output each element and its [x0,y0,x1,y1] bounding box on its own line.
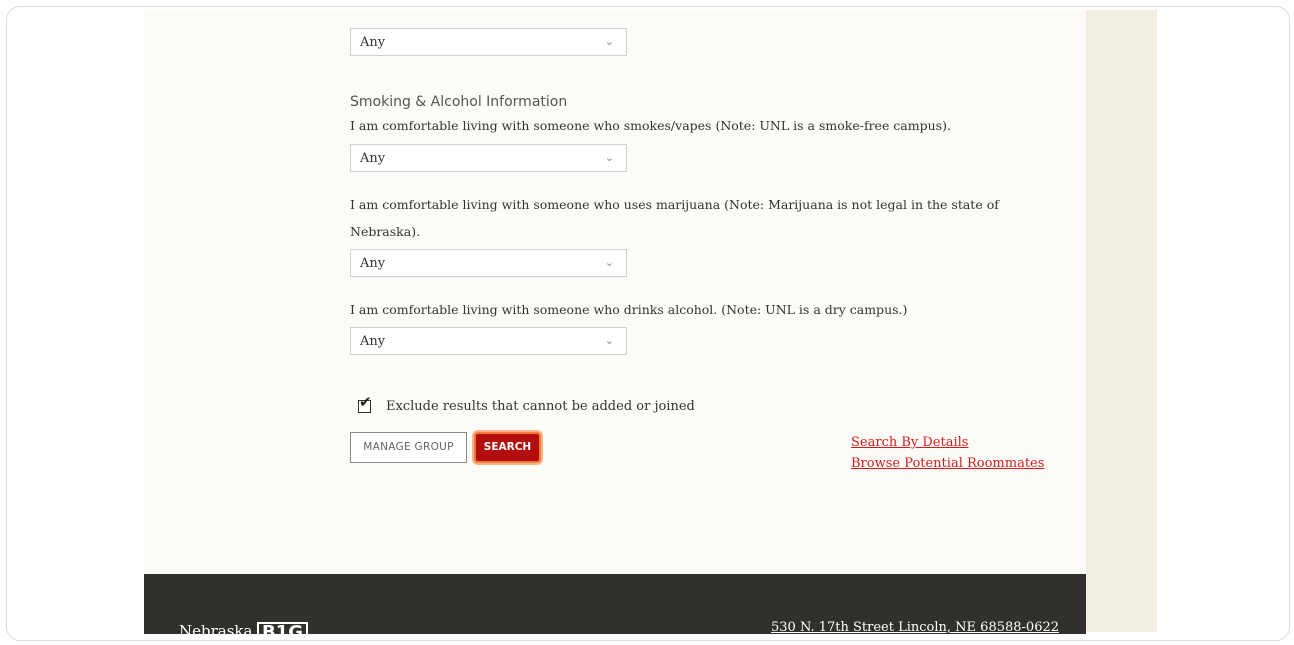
checkmark-icon: ✔ [359,393,372,411]
truncated-question-text [350,10,870,18]
nebraska-logo[interactable]: Nebraska [179,622,252,640]
question-smoke: I am comfortable living with someone who… [350,118,951,133]
question-alcohol: I am comfortable living with someone who… [350,302,908,317]
main-content [144,10,1086,574]
chevron-down-icon: ⌄ [604,35,614,48]
chevron-down-icon: ⌄ [604,256,614,269]
preference-select-above[interactable]: Any ⌄ [350,28,627,56]
manage-group-button[interactable]: MANAGE GROUP [350,432,467,463]
select-value: Any [360,334,386,349]
select-value: Any [360,35,386,50]
exclude-results-label: Exclude results that cannot be added or … [386,399,695,414]
chevron-down-icon: ⌄ [604,151,614,164]
marijuana-preference-select[interactable]: Any ⌄ [350,249,627,277]
search-by-details-link[interactable]: Search By Details [851,435,968,450]
chevron-down-icon: ⌄ [604,334,614,347]
exclude-results-checkbox[interactable]: ✔ [358,395,372,413]
big-ten-logo-icon: B1G [257,622,335,636]
question-marijuana-line1: I am comfortable living with someone who… [350,197,999,212]
section-heading-smoking-alcohol: Smoking & Alcohol Information [350,94,568,110]
smoke-preference-select[interactable]: Any ⌄ [350,144,627,172]
alcohol-preference-select[interactable]: Any ⌄ [350,327,627,355]
footer-address-link[interactable]: 530 N. 17th Street Lincoln, NE 68588-062… [771,620,1059,635]
exclude-results-option[interactable]: ✔ Exclude results that cannot be added o… [358,395,695,414]
search-button[interactable]: SEARCH [474,432,541,463]
select-value: Any [360,151,386,166]
select-value: Any [360,256,386,271]
browse-potential-roommates-link[interactable]: Browse Potential Roommates [851,456,1044,471]
question-marijuana-line2: Nebraska). [350,224,421,239]
right-sidebar-panel [1086,10,1157,632]
